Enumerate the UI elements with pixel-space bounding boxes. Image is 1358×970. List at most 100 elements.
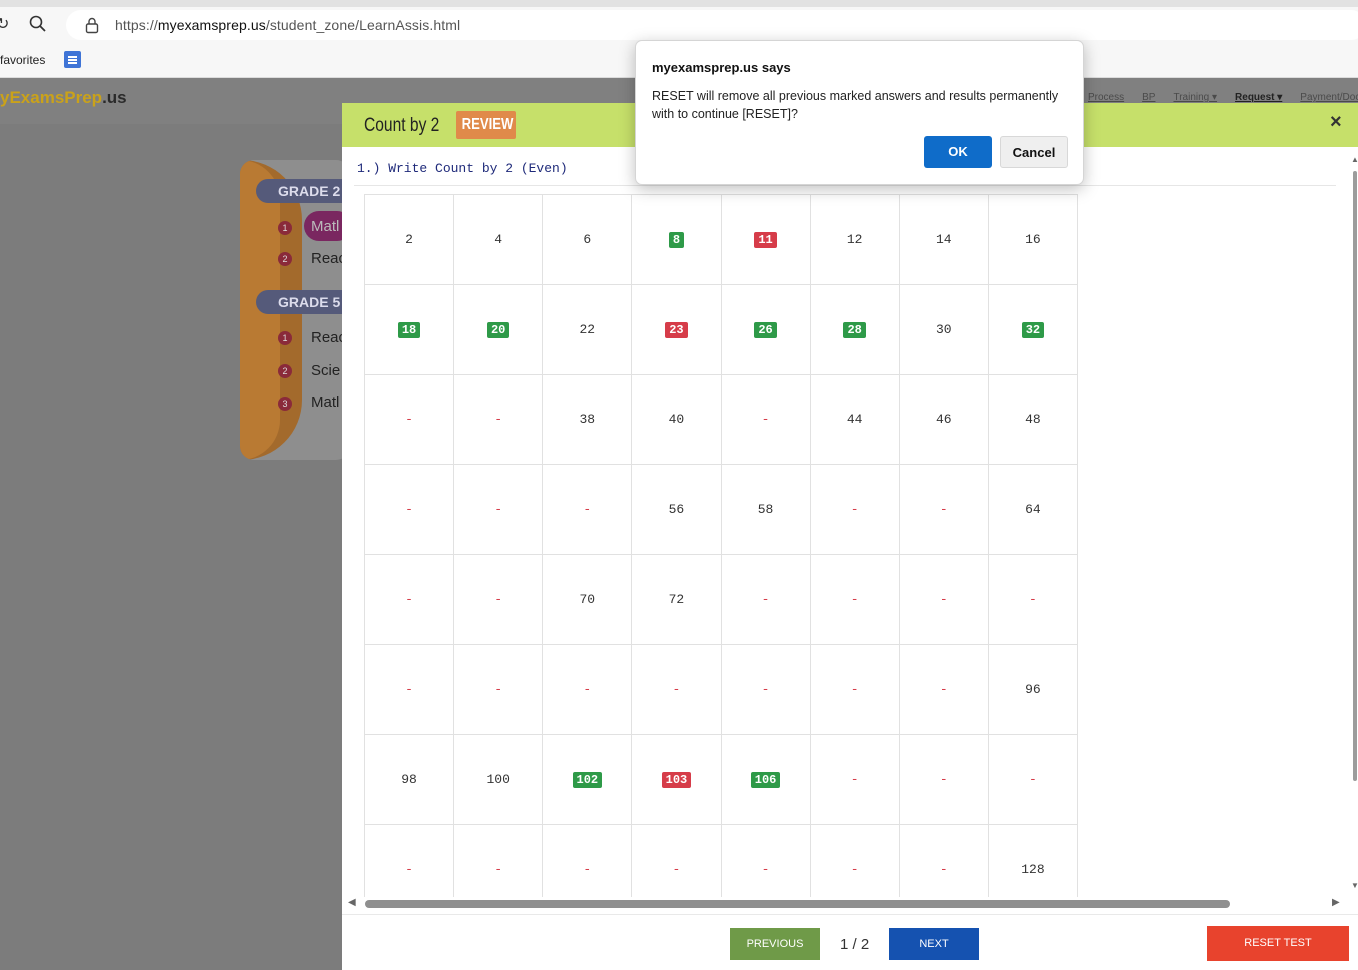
grid-cell[interactable]: - [631,644,722,735]
grid-cell[interactable]: 16 [987,194,1078,285]
grid-cell[interactable]: 2 [364,194,455,285]
cancel-button[interactable]: Cancel [1000,136,1068,168]
grid-cell[interactable]: 72 [631,554,722,645]
grid-cell[interactable]: 96 [987,644,1078,735]
grid-cell[interactable]: - [720,374,811,465]
ok-button[interactable]: OK [924,136,992,168]
grid-cell[interactable]: 106 [720,734,811,825]
grid-cell[interactable]: 28 [809,284,900,375]
grid-cell[interactable]: - [542,464,633,555]
grid-cell[interactable]: 20 [453,284,544,375]
grid-cell[interactable]: 23 [631,284,722,375]
grid-cell[interactable]: - [453,644,544,735]
grid-cell[interactable]: 56 [631,464,722,555]
nav-process[interactable]: Process [1088,92,1124,103]
grid-cell[interactable]: - [453,464,544,555]
grid-cell[interactable]: - [898,644,989,735]
logo-tld: .us [102,88,127,107]
url-text[interactable]: https://myexamsprep.us/student_zone/Lear… [115,17,460,33]
grade2-item-math[interactable]: Matl [311,218,339,235]
grid-cell[interactable]: - [898,824,989,897]
grade2-item-reading[interactable]: Reac [311,250,346,267]
grid-cell[interactable]: - [542,824,633,897]
grid-cell[interactable]: - [364,554,455,645]
grid-cell[interactable]: 30 [898,284,989,375]
scrollbar-thumb[interactable] [365,900,1230,908]
horizontal-scrollbar[interactable]: ◀ ▶ [348,897,1345,911]
grid-cell[interactable]: - [898,464,989,555]
refresh-icon[interactable]: ↻ [0,14,9,34]
scroll-right-icon[interactable]: ▶ [1332,897,1340,908]
grid-cell[interactable]: 64 [987,464,1078,555]
grade5-item-science[interactable]: Scie [311,362,340,379]
grid-cell[interactable]: - [364,374,455,465]
grid-cell[interactable]: 98 [364,734,455,825]
grid-cell[interactable]: 40 [631,374,722,465]
unanswered-dash: - [405,502,413,517]
previous-button[interactable]: PREVIOUS [730,928,820,960]
nav-training[interactable]: Training ▾ [1173,92,1217,103]
lock-icon[interactable] [84,16,100,34]
nav-payment-docs[interactable]: Payment/Docs [1300,92,1358,103]
scroll-left-icon[interactable]: ◀ [348,897,356,908]
grid-cell[interactable]: - [809,734,900,825]
scroll-up-icon[interactable]: ▲ [1351,155,1358,164]
grid-cell[interactable]: 38 [542,374,633,465]
grid-cell[interactable]: - [809,554,900,645]
grid-cell[interactable]: - [987,554,1078,645]
grid-cell[interactable]: 103 [631,734,722,825]
grid-cell[interactable]: 14 [898,194,989,285]
grid-cell[interactable]: - [898,554,989,645]
grid-cell[interactable]: - [809,644,900,735]
grid-cell[interactable]: 48 [987,374,1078,465]
grid-cell[interactable]: - [987,734,1078,825]
scroll-down-icon[interactable]: ▼ [1351,881,1358,890]
grid-cell[interactable]: 44 [809,374,900,465]
scrollbar-thumb[interactable] [1353,171,1357,781]
grid-cell[interactable]: - [453,374,544,465]
grid-row: - - 70 72 - - - - [364,554,1078,645]
close-icon[interactable]: × [1330,111,1342,134]
grid-cell[interactable]: - [809,464,900,555]
grid-cell[interactable]: - [453,554,544,645]
grid-cell[interactable]: - [542,644,633,735]
grid-cell[interactable]: 128 [987,824,1078,897]
grid-cell[interactable]: - [720,824,811,897]
search-icon[interactable] [28,14,48,34]
grid-cell[interactable]: 18 [364,284,455,375]
grid-cell[interactable]: - [364,824,455,897]
grid-cell[interactable]: 8 [631,194,722,285]
nav-bp[interactable]: BP [1142,92,1155,103]
document-bookmark-icon[interactable] [64,51,81,68]
reset-test-button[interactable]: RESET TEST [1207,926,1349,961]
vertical-scrollbar[interactable]: ▲ ▼ [1351,155,1358,895]
grid-cell[interactable]: 32 [987,284,1078,375]
grid-cell[interactable]: 100 [453,734,544,825]
grid-cell[interactable]: 4 [453,194,544,285]
next-button[interactable]: NEXT [889,928,979,960]
grid-cell[interactable]: 6 [542,194,633,285]
favorites-label[interactable]: favorites [0,53,45,67]
grid-cell[interactable]: - [720,554,811,645]
grid-cell[interactable]: - [364,464,455,555]
site-logo[interactable]: yExamsPrep.us [0,88,127,108]
grid-cell[interactable]: 58 [720,464,811,555]
grid-cell[interactable]: 22 [542,284,633,375]
grid-cell[interactable]: - [631,824,722,897]
grid-cell[interactable]: 70 [542,554,633,645]
grid-cell[interactable]: 102 [542,734,633,825]
grid-cell[interactable]: - [809,824,900,897]
grade5-item-math[interactable]: Matl [311,394,339,411]
correct-answer: 20 [486,321,510,338]
grid-cell[interactable]: - [720,644,811,735]
wrong-answer: 23 [665,321,688,338]
grid-cell[interactable]: 26 [720,284,811,375]
grade5-item-reading[interactable]: Reac [311,329,346,346]
grid-cell[interactable]: - [364,644,455,735]
grid-cell[interactable]: 46 [898,374,989,465]
grid-cell[interactable]: - [898,734,989,825]
nav-request[interactable]: Request ▾ [1235,92,1282,103]
grid-cell[interactable]: 11 [720,194,811,285]
grid-cell[interactable]: 12 [809,194,900,285]
grid-cell[interactable]: - [453,824,544,897]
